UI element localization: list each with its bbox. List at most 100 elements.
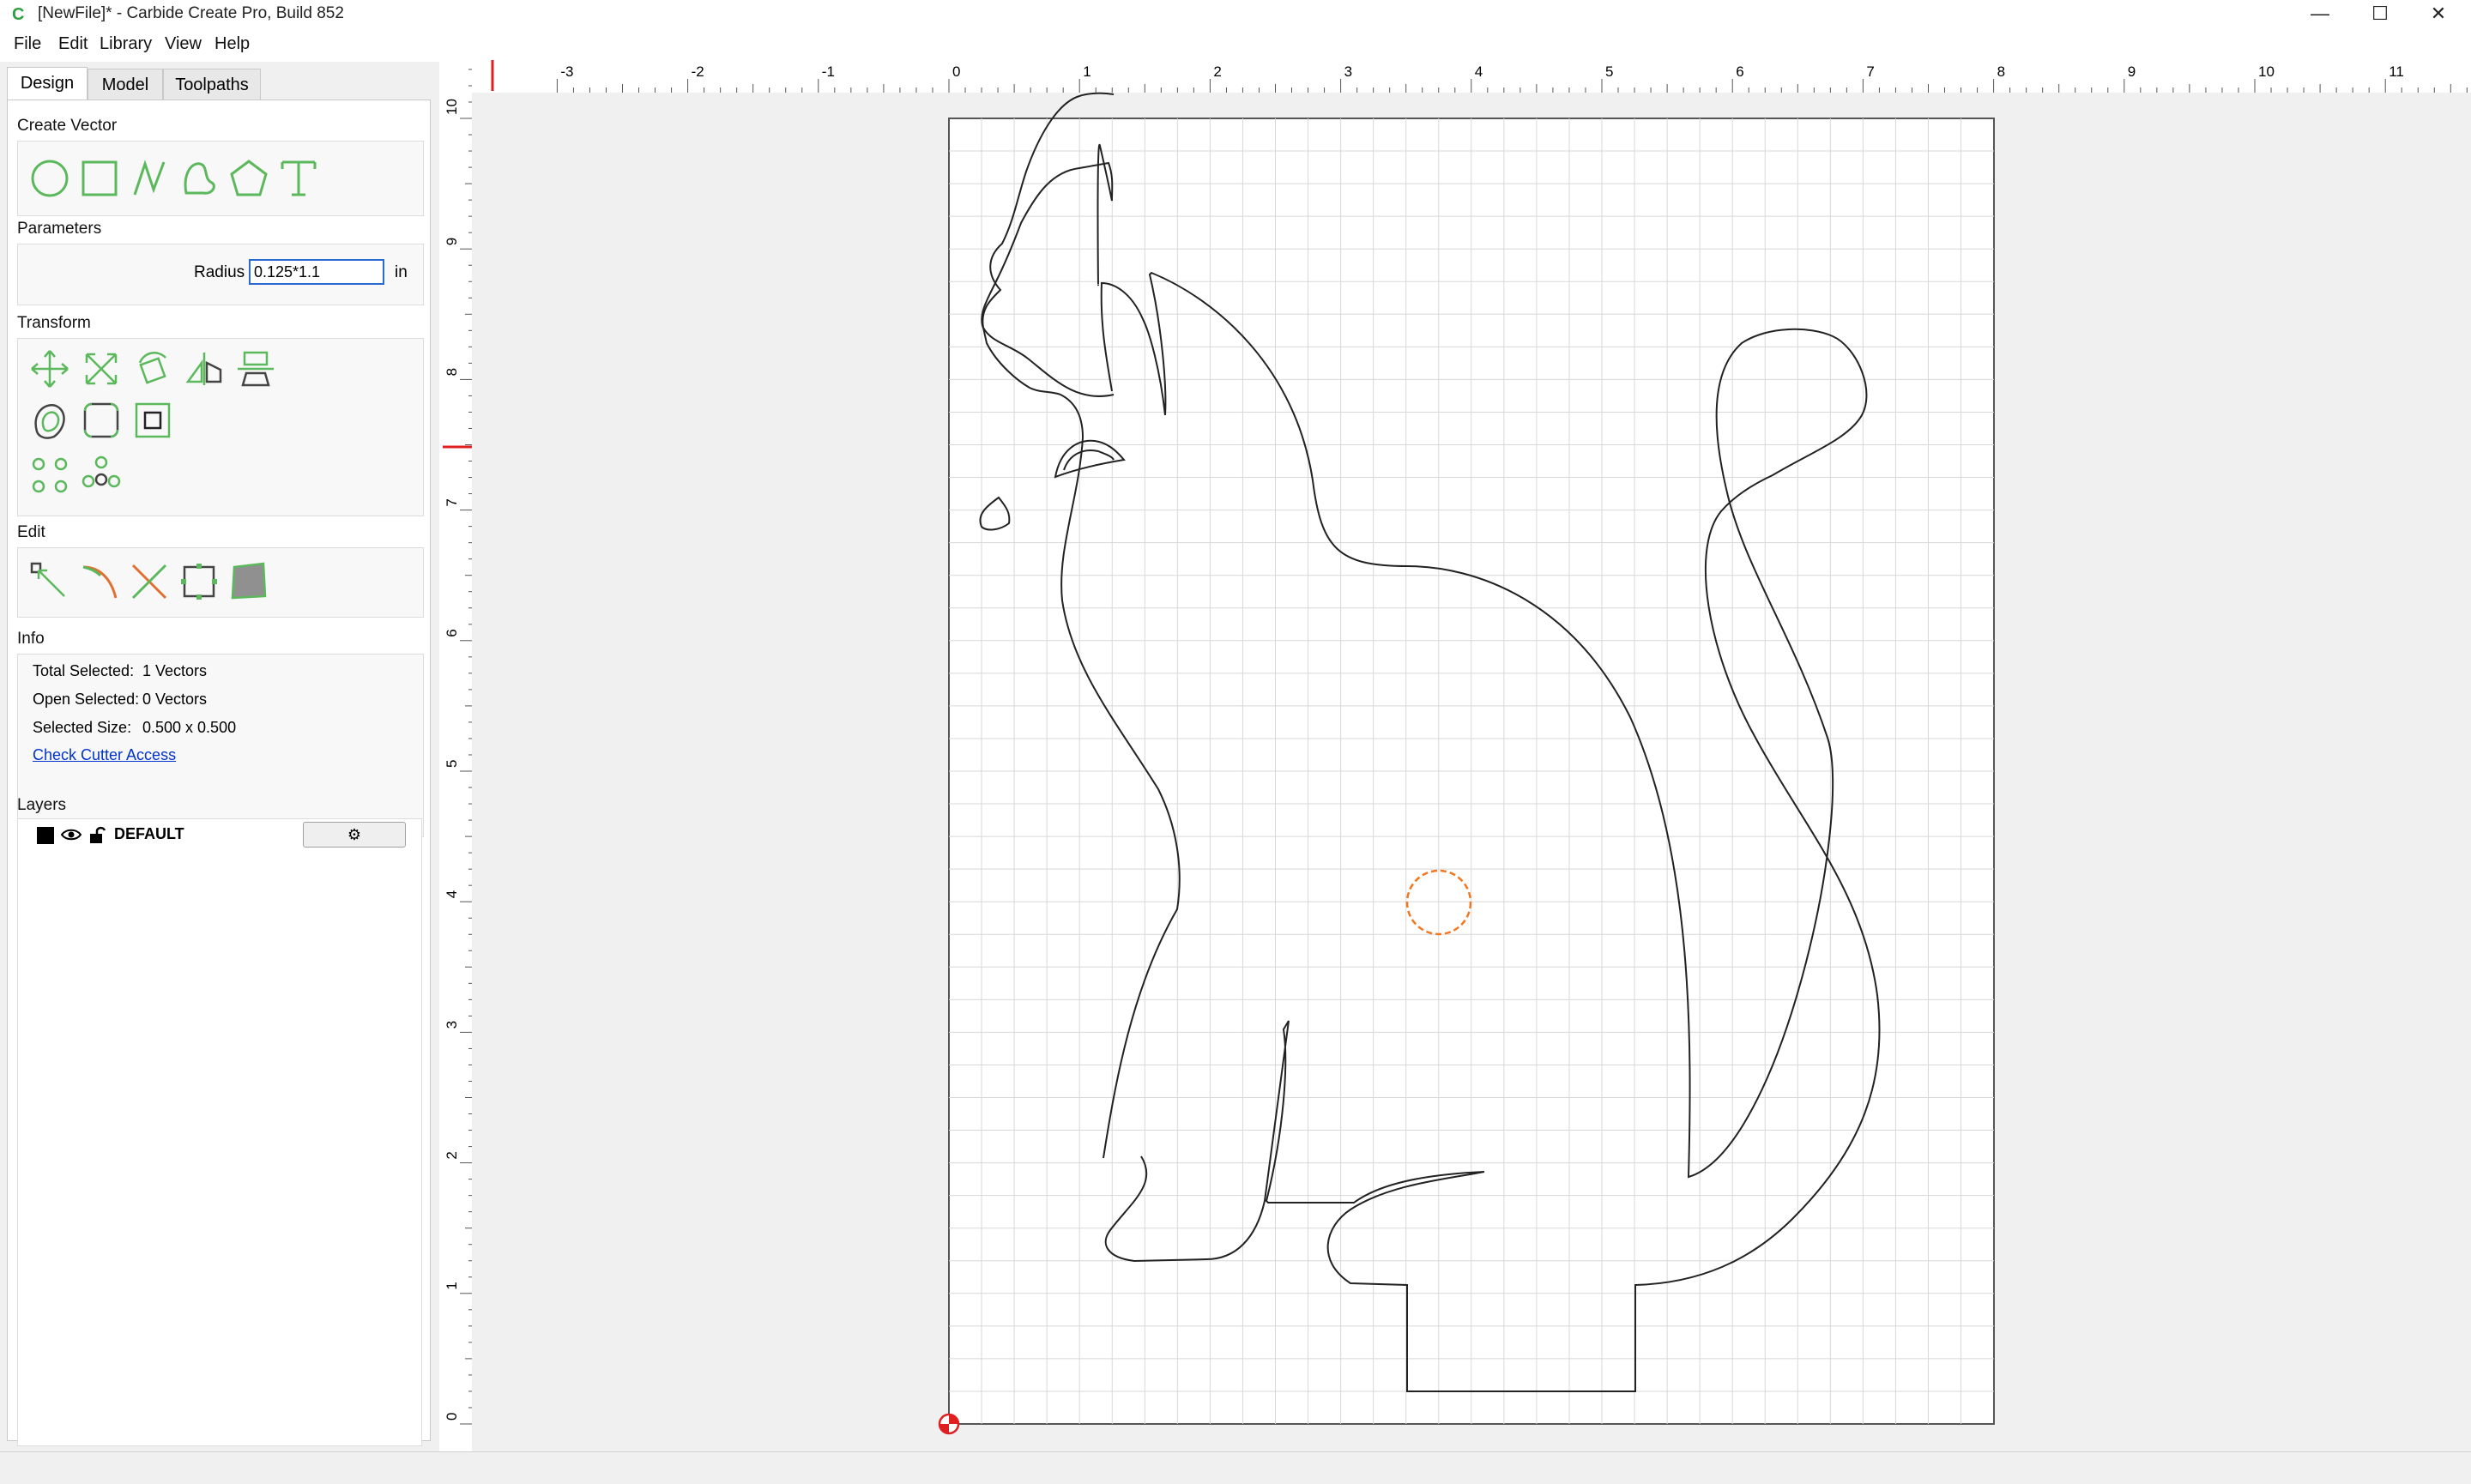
- close-icon[interactable]: ✕: [2409, 0, 2468, 27]
- info-selected-size: Selected Size: 0.500 x 0.500: [33, 719, 236, 737]
- eye-icon[interactable]: [61, 828, 82, 842]
- ruler-x-label: 8: [1997, 63, 2005, 80]
- tab-toolpaths[interactable]: Toolpaths: [163, 69, 261, 100]
- array-circle-icon[interactable]: [80, 454, 123, 497]
- ruler-y-label: 4: [444, 890, 460, 898]
- polygon-tool-icon[interactable]: [227, 157, 270, 200]
- vertical-ruler[interactable]: [439, 60, 472, 1451]
- app-logo-icon: C: [12, 5, 25, 24]
- minimize-icon[interactable]: —: [2291, 0, 2349, 27]
- design-canvas[interactable]: -3 -2 -1 0 1 2 3 4 5 6 7 8 9 10 11 0 1 2 3 4 5 6 7 8 9 10: [439, 60, 2471, 1451]
- menu-edit[interactable]: Edit: [58, 34, 88, 54]
- gear-icon: ⚙: [347, 826, 362, 843]
- section-edit: Edit: [17, 523, 45, 541]
- move-icon[interactable]: [28, 347, 71, 390]
- boolean-icon[interactable]: [131, 399, 174, 442]
- ruler-y-label: 7: [444, 498, 460, 506]
- check-cutter-access-link[interactable]: Check Cutter Access: [33, 746, 176, 764]
- ruler-x-label: 11: [2389, 63, 2404, 80]
- transform-group: [17, 338, 424, 516]
- ruler-x-label: -2: [692, 63, 704, 80]
- fillet-icon[interactable]: [80, 399, 123, 442]
- ruler-x-label: 10: [2258, 63, 2275, 80]
- section-parameters: Parameters: [17, 220, 102, 238]
- array-grid-icon[interactable]: [28, 454, 71, 497]
- ruler-y-label: 5: [444, 760, 460, 768]
- info-open-selected: Open Selected: 0 Vectors: [33, 691, 207, 709]
- radius-unit: in: [395, 263, 408, 281]
- ruler-x-label: 4: [1475, 63, 1483, 80]
- ruler-y-label: 3: [444, 1021, 460, 1029]
- ruler-x-label: 0: [952, 63, 960, 80]
- section-layers: Layers: [17, 796, 67, 814]
- menu-view[interactable]: View: [165, 34, 202, 54]
- ruler-y-label: 2: [444, 1151, 460, 1159]
- layer-settings-button[interactable]: ⚙: [303, 822, 406, 848]
- ruler-y-label: 10: [444, 99, 460, 115]
- ruler-x-label: 5: [1605, 63, 1613, 80]
- info-group: [17, 654, 424, 837]
- layers-list: DEFAULT ⚙: [17, 818, 422, 1446]
- selected-size-value: 0.500 x 0.500: [142, 719, 237, 736]
- circle-tool-icon[interactable]: [28, 157, 71, 200]
- menu-help[interactable]: Help: [214, 34, 250, 54]
- section-info: Info: [17, 630, 45, 648]
- node-edit-icon[interactable]: [28, 560, 71, 603]
- origin-marker-icon: [938, 1413, 960, 1435]
- align-icon[interactable]: [234, 347, 277, 390]
- ruler-y-label: 0: [444, 1413, 460, 1421]
- ruler-y-label: 6: [444, 629, 460, 636]
- design-panel: Design Model Toolpaths Create Vector Par…: [0, 62, 436, 1482]
- layer-name: DEFAULT: [114, 825, 184, 842]
- open-selected-label: Open Selected:: [33, 691, 140, 708]
- tab-design[interactable]: Design: [7, 67, 88, 100]
- ruler-x-label: 6: [1736, 63, 1743, 80]
- menu-file[interactable]: File: [14, 34, 41, 54]
- menu-library[interactable]: Library: [100, 34, 152, 54]
- scale-icon[interactable]: [80, 347, 123, 390]
- trim-icon[interactable]: [78, 560, 121, 603]
- unlock-icon[interactable]: [88, 825, 106, 844]
- ruler-y-label: 9: [444, 238, 460, 245]
- title-bar: C [NewFile]* - Carbide Create Pro, Build…: [0, 0, 2471, 27]
- ruler-x-label: -1: [822, 63, 835, 80]
- rotate-icon[interactable]: [131, 347, 174, 390]
- text-tool-icon[interactable]: [277, 157, 320, 200]
- box-select-icon[interactable]: [178, 560, 221, 603]
- tab-model[interactable]: Model: [88, 69, 163, 100]
- ruler-y-label: 8: [444, 368, 460, 376]
- ruler-x-label: 2: [1213, 63, 1221, 80]
- ruler-x-label: 9: [2128, 63, 2136, 80]
- radius-input[interactable]: [249, 259, 384, 285]
- grid: [949, 118, 1994, 1424]
- ruler-x-label: 1: [1083, 63, 1091, 80]
- section-create-vector: Create Vector: [17, 117, 118, 135]
- ruler-x-label: 7: [1866, 63, 1874, 80]
- menu-bar: File Edit Library View Help: [0, 27, 2471, 62]
- maximize-icon[interactable]: ☐: [2351, 0, 2409, 27]
- selected-size-label: Selected Size:: [33, 719, 132, 736]
- polyline-tool-icon[interactable]: [128, 157, 171, 200]
- ruler-x-label: 3: [1344, 63, 1352, 80]
- open-selected-value: 0 Vectors: [142, 691, 208, 708]
- ruler-y-label: 1: [444, 1282, 460, 1289]
- layer-color-swatch[interactable]: [37, 827, 54, 844]
- curve-tool-icon[interactable]: [178, 157, 221, 200]
- total-selected-value: 1 Vectors: [142, 662, 208, 679]
- section-transform: Transform: [17, 314, 91, 332]
- canvas-svg[interactable]: -3 -2 -1 0 1 2 3 4 5 6 7 8 9 10 11 0 1 2 3 4 5 6 7 8 9 10: [439, 60, 2471, 1451]
- pocket-icon[interactable]: [227, 560, 270, 603]
- info-total-selected: Total Selected: 1 Vectors: [33, 662, 207, 680]
- mirror-icon[interactable]: [183, 347, 226, 390]
- radius-label: Radius: [194, 263, 245, 281]
- layer-row[interactable]: DEFAULT ⚙: [18, 819, 421, 850]
- edit-group: [17, 547, 424, 618]
- status-strip: [0, 1451, 2471, 1484]
- window-title: [NewFile]* - Carbide Create Pro, Build 8…: [38, 4, 344, 22]
- total-selected-label: Total Selected:: [33, 662, 135, 679]
- offset-icon[interactable]: [28, 399, 71, 442]
- ruler-x-label: -3: [560, 63, 573, 80]
- rectangle-tool-icon[interactable]: [78, 157, 121, 200]
- create-vector-group: [17, 141, 424, 216]
- cut-icon[interactable]: [128, 560, 171, 603]
